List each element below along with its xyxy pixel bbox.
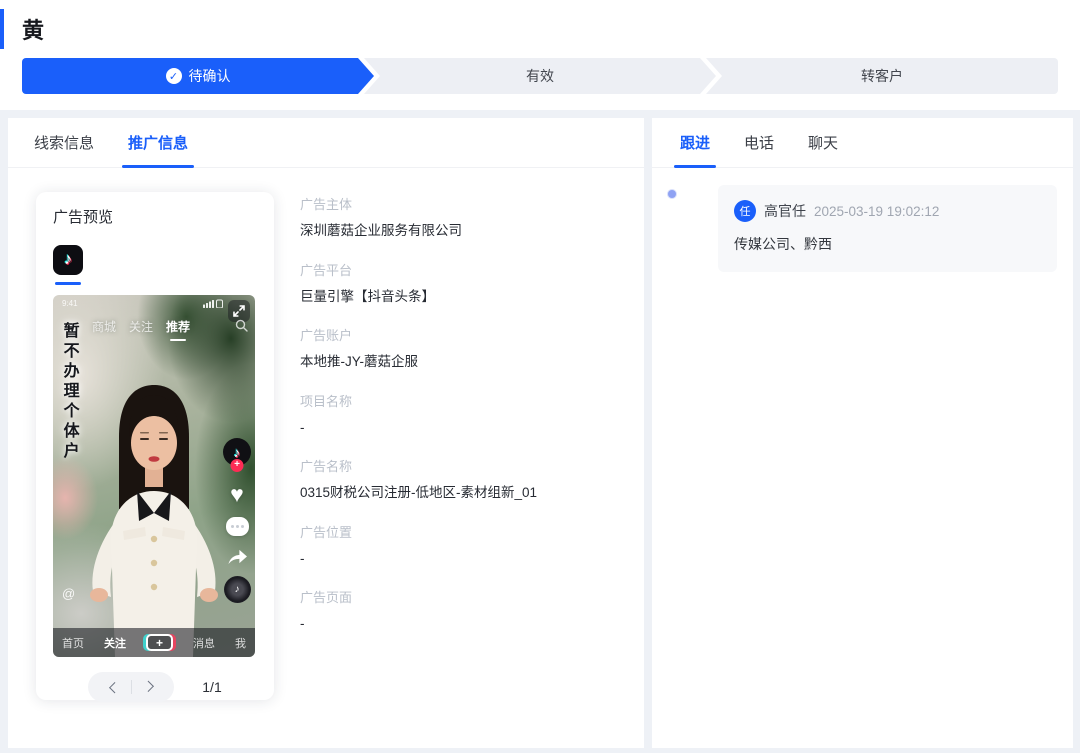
header: 黄 ✓ 待确认 有效 转客户 [0, 0, 1080, 110]
tiktok-note-icon: ♪ [64, 251, 72, 269]
share-arrow-icon [227, 547, 248, 565]
bottom-nav-follow: 关注 [104, 635, 126, 651]
promotion-info-body: 广告预览 ♪ [8, 168, 644, 700]
tab-promotion-info[interactable]: 推广信息 [122, 118, 194, 167]
nav-recommend: 推荐 [166, 318, 190, 335]
ad-preview-title: 广告预览 [53, 206, 257, 227]
avatar: 任 [734, 200, 756, 222]
search-icon [235, 319, 248, 332]
left-tabs: 线索信息 推广信息 [8, 118, 644, 168]
tab-chat[interactable]: 聊天 [802, 118, 844, 167]
step-valid[interactable]: 有效 [364, 58, 716, 94]
nav-follow: 关注 [129, 318, 153, 335]
tab-label: 推广信息 [128, 132, 188, 153]
field-ad-position: 广告位置 - [300, 522, 537, 568]
bottom-nav-me: 我 [235, 635, 246, 651]
field-value: - [300, 419, 537, 437]
field-value: - [300, 615, 537, 633]
video-action-rail: ♪ + ♥ ♪ [223, 438, 251, 603]
platform-active-underline [55, 282, 81, 285]
entry-timestamp: 2025-03-19 19:02:12 [814, 204, 939, 219]
step-label: 待确认 [189, 66, 231, 86]
field-value: - [300, 550, 537, 568]
field-label: 项目名称 [300, 391, 537, 410]
signal-bars-icon [203, 299, 223, 308]
video-status-bar: 9:41 [62, 299, 223, 308]
field-ad-name: 广告名称 0315财税公司注册-低地区-素材组新_01 [300, 456, 537, 502]
tab-label: 跟进 [680, 132, 710, 153]
field-value: 0315财税公司注册-低地区-素材组新_01 [300, 484, 537, 502]
page-indicator: 1/1 [202, 679, 221, 695]
field-ad-page: 广告页面 - [300, 587, 537, 633]
music-disc-icon: ♪ [224, 576, 251, 603]
pager-controls [88, 672, 174, 702]
video-bottom-nav: 首页 关注 + 消息 我 [53, 628, 255, 657]
follow-up-timeline: 任 高官任 2025-03-19 19:02:12 传媒公司、黔西 [652, 168, 1073, 272]
check-circle-icon: ✓ [166, 68, 182, 84]
tab-phone[interactable]: 电话 [738, 118, 780, 167]
music-note-icon: ♪ [235, 584, 240, 595]
bottom-nav-home: 首页 [62, 635, 84, 651]
ad-preview-card: 广告预览 ♪ [36, 192, 274, 700]
page-title: 黄 [22, 13, 44, 45]
step-label: 有效 [526, 66, 554, 86]
field-value: 深圳蘑菇企业服务有限公司 [300, 222, 537, 240]
field-label: 广告主体 [300, 194, 537, 213]
field-label: 广告名称 [300, 456, 537, 475]
at-symbol: @ [62, 586, 75, 601]
create-plus-icon: + [146, 634, 173, 651]
field-ad-account: 广告账户 本地推-JY-蘑菇企服 [300, 325, 537, 371]
tab-lead-info[interactable]: 线索信息 [28, 118, 100, 167]
step-pending-confirm[interactable]: ✓ 待确认 [22, 58, 374, 94]
video-vertical-caption: 暂不办理个体户 [60, 322, 78, 462]
prev-page-button[interactable] [97, 672, 131, 702]
title-accent-bar [0, 9, 4, 49]
ad-video-preview[interactable]: 9:41 [53, 295, 255, 657]
tiktok-avatar-icon: ♪ + [223, 438, 251, 466]
chevron-right-icon [142, 681, 153, 692]
tiktok-note-icon: ♪ [234, 445, 241, 460]
tab-follow-up[interactable]: 跟进 [674, 118, 716, 167]
field-ad-subject: 广告主体 深圳蘑菇企业服务有限公司 [300, 194, 537, 240]
field-value: 本地推-JY-蘑菇企服 [300, 353, 537, 371]
timeline-dot-icon [668, 190, 676, 198]
ad-fields: 广告主体 深圳蘑菇企业服务有限公司 广告平台 巨量引擎【抖音头条】 广告账户 本… [300, 192, 537, 700]
field-label: 广告位置 [300, 522, 537, 541]
right-tabs: 跟进 电话 聊天 [652, 118, 1073, 168]
field-ad-platform: 广告平台 巨量引擎【抖音头条】 [300, 260, 537, 306]
field-project-name: 项目名称 - [300, 391, 537, 437]
field-label: 广告平台 [300, 260, 537, 279]
status-time: 9:41 [62, 299, 78, 308]
step-convert-customer[interactable]: 转客户 [706, 58, 1058, 94]
comment-icon [226, 517, 249, 536]
field-value: 巨量引擎【抖音头条】 [300, 288, 537, 306]
stage-steps: ✓ 待确认 有效 转客户 [22, 58, 1058, 94]
entry-content: 传媒公司、黔西 [734, 234, 1041, 254]
tab-label: 聊天 [808, 132, 838, 153]
chevron-left-icon [109, 682, 120, 693]
next-page-button[interactable] [132, 672, 166, 702]
bottom-nav-messages: 消息 [193, 635, 215, 651]
entry-author: 高官任 [764, 201, 806, 221]
follow-up-entry: 任 高官任 2025-03-19 19:02:12 传媒公司、黔西 [718, 185, 1057, 272]
field-label: 广告账户 [300, 325, 537, 344]
field-label: 广告页面 [300, 587, 537, 606]
video-top-nav: 商城 关注 推荐 [53, 318, 229, 335]
tab-label: 线索信息 [34, 132, 94, 153]
like-heart-icon: ♥ [230, 483, 244, 506]
tab-label: 电话 [744, 132, 774, 153]
entry-header: 任 高官任 2025-03-19 19:02:12 [734, 200, 1041, 222]
lead-detail-panel: 线索信息 推广信息 广告预览 ♪ [8, 118, 644, 748]
activity-panel: 跟进 电话 聊天 任 高官任 2025-03-19 19:02:12 传媒公司、… [652, 118, 1073, 748]
nav-shop: 商城 [92, 318, 116, 335]
preview-pager: 1/1 [53, 672, 257, 702]
follow-plus-badge: + [231, 459, 244, 472]
step-label: 转客户 [861, 66, 903, 86]
tiktok-platform-icon[interactable]: ♪ [53, 245, 83, 275]
